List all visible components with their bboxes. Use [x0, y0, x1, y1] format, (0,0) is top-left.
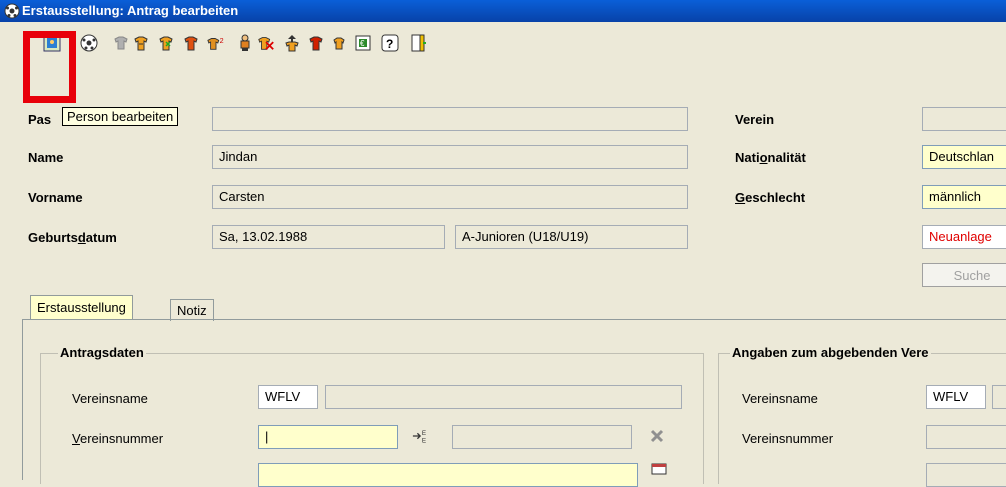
status-field: Neuanlage — [922, 225, 1006, 249]
geschlecht-label: Geschlecht — [735, 190, 806, 205]
ball-icon[interactable] — [80, 34, 98, 52]
selected-tool-highlight — [23, 31, 76, 103]
svg-text:€: € — [360, 39, 365, 48]
help-icon[interactable]: ? — [381, 34, 399, 52]
vereinsnummer-input[interactable]: | — [258, 425, 398, 449]
verein-label: Verein — [735, 112, 775, 127]
tab-erstausstellung[interactable]: Erstausstellung — [30, 295, 133, 319]
pass-label: Pas — [28, 112, 52, 127]
tab-notiz[interactable]: Notiz — [170, 299, 214, 321]
name-label: Name — [28, 150, 64, 165]
abgebend-vereinsnummer-label: Vereinsnummer — [742, 431, 834, 446]
window-title: Erstausstellung: Antrag bearbeiten — [22, 3, 239, 18]
shirt-transfer-icon[interactable] — [283, 34, 301, 52]
antragsdaten-title: Antragsdaten — [58, 345, 146, 360]
vereinsnummer-result-field — [452, 425, 632, 449]
clear-x-icon[interactable] — [648, 427, 666, 445]
svg-text:2: 2 — [220, 36, 224, 45]
vereinsname-field[interactable] — [325, 385, 682, 409]
vereinsname-prefix-field[interactable]: WFLV — [258, 385, 318, 409]
antragsdatum-field[interactable] — [258, 463, 638, 487]
window-titlebar: Erstausstellung: Antrag bearbeiten — [0, 0, 1006, 22]
geschlecht-select[interactable]: männlich — [922, 185, 1006, 209]
svg-text:?: ? — [386, 37, 393, 51]
altersklasse-field: A-Junioren (U18/U19) — [455, 225, 688, 249]
abgebend-datum-field[interactable] — [926, 463, 1006, 487]
shirt-2-icon[interactable]: 2 — [207, 34, 225, 52]
vereinsnummer-label: Vereinsnummer — [72, 431, 164, 446]
abgebend-vereinsname-prefix-field[interactable]: WFLV — [926, 385, 986, 409]
abgebend-vereinsname-field[interactable] — [992, 385, 1006, 409]
geburtsdatum-field[interactable]: Sa, 13.02.1988 — [212, 225, 445, 249]
tooltip: Person bearbeiten — [62, 107, 179, 126]
shirt-grey-icon[interactable] — [112, 34, 130, 52]
calendar-icon[interactable] — [650, 460, 668, 478]
geburtsdatum-label: Geburtsdatum — [28, 230, 117, 245]
transfer-e-icon[interactable]: EE — [412, 427, 430, 445]
suche-button[interactable]: Suche — [922, 263, 1006, 287]
app-ball-icon — [4, 3, 20, 19]
verein-field[interactable] — [922, 107, 1006, 131]
abgebend-title: Angaben zum abgebenden Vere — [730, 345, 931, 360]
svg-text:E: E — [422, 437, 426, 444]
person-icon[interactable] — [236, 34, 254, 52]
abgebend-vereinsname-label: Vereinsname — [742, 391, 818, 406]
shirts-2-icon[interactable] — [158, 34, 176, 52]
vorname-field[interactable]: Carsten — [212, 185, 688, 209]
name-field[interactable]: Jindan — [212, 145, 688, 169]
pass-field[interactable] — [212, 107, 688, 131]
svg-text:E: E — [422, 430, 426, 437]
shirt-red-2-icon[interactable] — [308, 34, 326, 52]
nationalitaet-label: Nationalität — [735, 150, 806, 165]
vereinsname-label: Vereinsname — [72, 391, 148, 406]
vorname-label: Vorname — [28, 190, 83, 205]
shirt-red-icon[interactable] — [183, 34, 201, 52]
shirts-icon[interactable] — [133, 34, 151, 52]
abgebend-vereinsnummer-field[interactable] — [926, 425, 1006, 449]
shirt-small-icon[interactable] — [331, 34, 349, 52]
shirt-delete-icon[interactable] — [257, 34, 275, 52]
exit-icon[interactable] — [409, 34, 427, 52]
nationalitaet-select[interactable]: Deutschlan — [922, 145, 1006, 169]
euro-document-icon[interactable]: € — [354, 34, 372, 52]
